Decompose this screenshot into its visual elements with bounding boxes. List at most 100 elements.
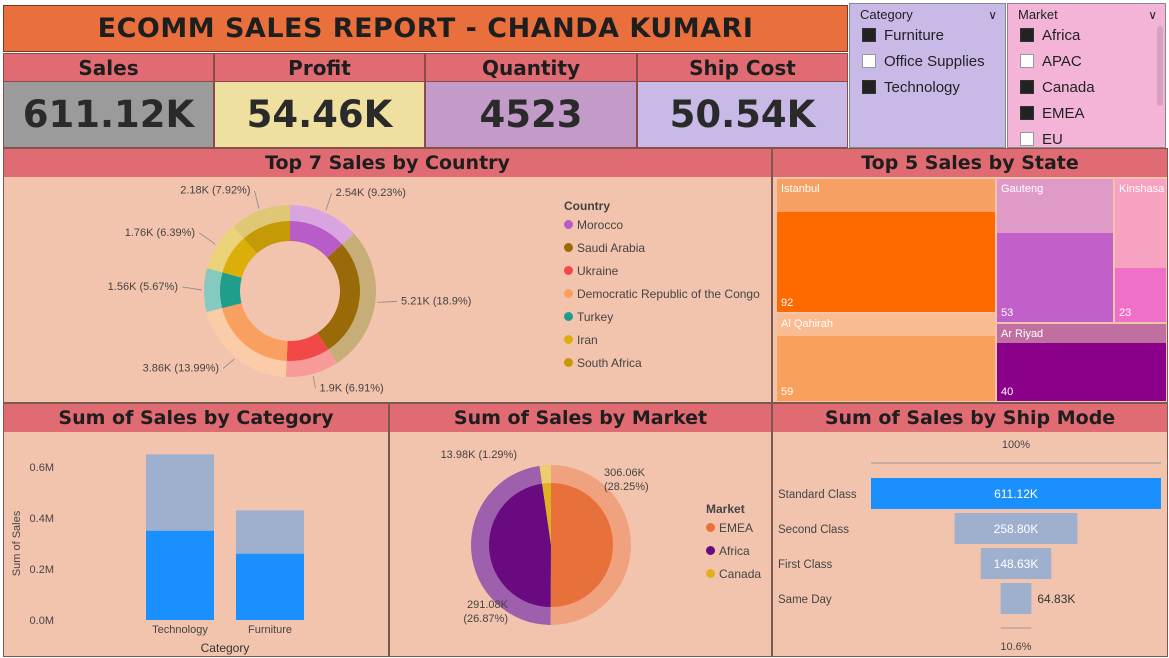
bar-total-technology[interactable] xyxy=(146,454,214,531)
checkbox[interactable] xyxy=(1020,28,1034,42)
slicer-item-africa[interactable]: Africa xyxy=(1008,22,1165,48)
y-axis-label: Sum of Sales xyxy=(11,510,23,576)
slicer-item-eu[interactable]: EU xyxy=(1008,126,1165,147)
kpi-label: Sales xyxy=(3,53,214,82)
checkbox[interactable] xyxy=(862,54,876,68)
legend-swatch xyxy=(564,220,573,229)
state-chart-panel: Top 5 Sales by State Istanbul 92 Gauteng 53… xyxy=(772,148,1168,403)
funnel-value-label: 611.12K xyxy=(994,487,1038,501)
treemap-value: 59 xyxy=(781,386,794,398)
scrollbar[interactable] xyxy=(1157,26,1163,106)
checkbox[interactable] xyxy=(1020,80,1034,94)
treemap-value: 53 xyxy=(1001,307,1014,319)
kpi-label: Quantity xyxy=(425,53,637,82)
legend-swatch xyxy=(564,312,573,321)
checkbox[interactable] xyxy=(1020,132,1034,146)
slicer-item-canada[interactable]: Canada xyxy=(1008,74,1165,100)
chevron-down-icon[interactable]: ∨ xyxy=(988,8,997,22)
checkbox[interactable] xyxy=(862,80,876,94)
slicer-item-label: Africa xyxy=(1042,26,1081,44)
legend-item-turkey[interactable]: Turkey xyxy=(564,305,760,328)
y-tick-label: 0.0M xyxy=(30,615,54,627)
slicer-item-label: EMEA xyxy=(1042,104,1085,122)
treemap-cell-ar-riyad[interactable]: Ar Riyad 40 xyxy=(997,324,1166,401)
legend-swatch xyxy=(706,569,715,578)
legend-swatch xyxy=(706,546,715,555)
chart-title: Sum of Sales by Category xyxy=(4,404,388,432)
funnel-category-label: Same Day xyxy=(778,594,832,606)
bar-technology[interactable] xyxy=(146,530,214,620)
legend-swatch xyxy=(564,358,573,367)
legend-item-saudi-arabia[interactable]: Saudi Arabia xyxy=(564,236,760,259)
market-legend: Market EMEA Africa Canada xyxy=(706,502,761,585)
x-tick-label: Furniture xyxy=(248,624,292,636)
kpi-card-ship-cost: Ship Cost 50.54K xyxy=(637,53,848,148)
slicer-item-technology[interactable]: Technology xyxy=(850,74,1005,100)
checkbox[interactable] xyxy=(862,28,876,42)
leader-line xyxy=(181,286,203,291)
chevron-down-icon[interactable]: ∨ xyxy=(1148,8,1157,22)
checkbox[interactable] xyxy=(1020,54,1034,68)
donut-slice-turkey[interactable] xyxy=(219,272,242,309)
market-chart-panel: Sum of Sales by Market 306.06K (28.25%) 29… xyxy=(389,403,772,657)
y-tick-label: 0.6M xyxy=(30,462,54,474)
slicer-title: Market xyxy=(1018,7,1058,22)
slicer-item-furniture[interactable]: Furniture xyxy=(850,22,1005,48)
chart-title: Sum of Sales by Ship Mode xyxy=(773,404,1167,432)
report-title: ECOMM SALES REPORT - CHANDA KUMARI xyxy=(3,5,848,52)
treemap-cell-kinshasa[interactable]: Kinshasa 23 xyxy=(1115,179,1166,322)
legend-item-ukraine[interactable]: Ukraine xyxy=(564,259,760,282)
funnel-top-percent: 100% xyxy=(1002,439,1030,451)
slicer-item-apac[interactable]: APAC xyxy=(1008,48,1165,74)
funnel-bar-same-day[interactable] xyxy=(1000,583,1032,614)
legend-item-canada[interactable]: Canada xyxy=(706,562,761,585)
legend-swatch xyxy=(564,243,573,252)
slicer-item-label: Technology xyxy=(884,78,960,96)
x-tick-label: Technology xyxy=(152,624,208,636)
treemap-label: Istanbul xyxy=(781,183,820,195)
data-label: 1.9K (6.91%) xyxy=(319,382,383,394)
legend-item-iran[interactable]: Iran xyxy=(564,328,760,351)
chart-title: Top 7 Sales by Country xyxy=(4,149,771,177)
legend-title: Country xyxy=(564,199,610,213)
slicer-item-emea[interactable]: EMEA xyxy=(1008,100,1165,126)
chart-title: Sum of Sales by Market xyxy=(390,404,771,432)
market-slicer[interactable]: Market ∨ Africa APAC Canada EMEA EU xyxy=(1007,3,1166,148)
legend-item-morocco[interactable]: Morocco xyxy=(564,213,760,236)
treemap-fill xyxy=(997,343,1166,401)
data-label: 3.86K (13.99%) xyxy=(143,362,219,374)
kpi-card-profit: Profit 54.46K xyxy=(214,53,425,148)
slicer-item-office-supplies[interactable]: Office Supplies xyxy=(850,48,1005,74)
category-slicer[interactable]: Category ∨ Furniture Office Supplies Tech… xyxy=(849,3,1006,148)
kpi-value: 4523 xyxy=(425,82,637,148)
bar-total-furniture[interactable] xyxy=(236,510,304,554)
legend-item-democratic-republic-of-the-congo[interactable]: Democratic Republic of the Congo xyxy=(564,282,760,305)
donut-outer-slice-turkey[interactable] xyxy=(204,268,223,313)
treemap-cell-gauteng[interactable]: Gauteng 53 xyxy=(997,179,1113,322)
category-chart-panel: Sum of Sales by Category 0.0M 0.2M 0.4M 0.6… xyxy=(3,403,389,657)
funnel-value-label: 258.80K xyxy=(994,522,1039,536)
treemap-cell-istanbul[interactable]: Istanbul 92 xyxy=(777,179,995,312)
category-bar-chart: 0.0M 0.2M 0.4M 0.6M Sum of Sales Technology Fu… xyxy=(11,454,304,655)
funnel-bottom-percent: 10.6% xyxy=(1000,641,1031,653)
shipmode-funnel-chart: 100% Standard Class 611.12K Second Class 258… xyxy=(778,439,1161,653)
legend-swatch xyxy=(706,523,715,532)
state-treemap: Istanbul 92 Gauteng 53 Kinshasa 23 Al Qahirah 5… xyxy=(777,179,1166,401)
kpi-value: 54.46K xyxy=(214,82,425,148)
legend-item-emea[interactable]: EMEA xyxy=(706,516,761,539)
bar-furniture[interactable] xyxy=(236,553,304,620)
legend-item-south-africa[interactable]: South Africa xyxy=(564,351,760,374)
treemap-fill xyxy=(777,212,995,312)
treemap-value: 40 xyxy=(1001,386,1014,398)
country-chart-panel: Top 7 Sales by Country 2.54K (9.23%) 5.21… xyxy=(3,148,772,403)
funnel-category-label: First Class xyxy=(778,559,833,571)
slicer-item-label: APAC xyxy=(1042,52,1082,70)
treemap-cell-al-qahirah[interactable]: Al Qahirah 59 xyxy=(777,314,995,401)
data-label: 291.08K (26.87%) xyxy=(463,599,508,625)
treemap-value: 23 xyxy=(1119,307,1132,319)
legend-label: Africa xyxy=(719,543,750,558)
legend-item-africa[interactable]: Africa xyxy=(706,539,761,562)
legend-label: Canada xyxy=(719,566,762,581)
checkbox[interactable] xyxy=(1020,106,1034,120)
slicer-item-label: Office Supplies xyxy=(884,52,985,70)
